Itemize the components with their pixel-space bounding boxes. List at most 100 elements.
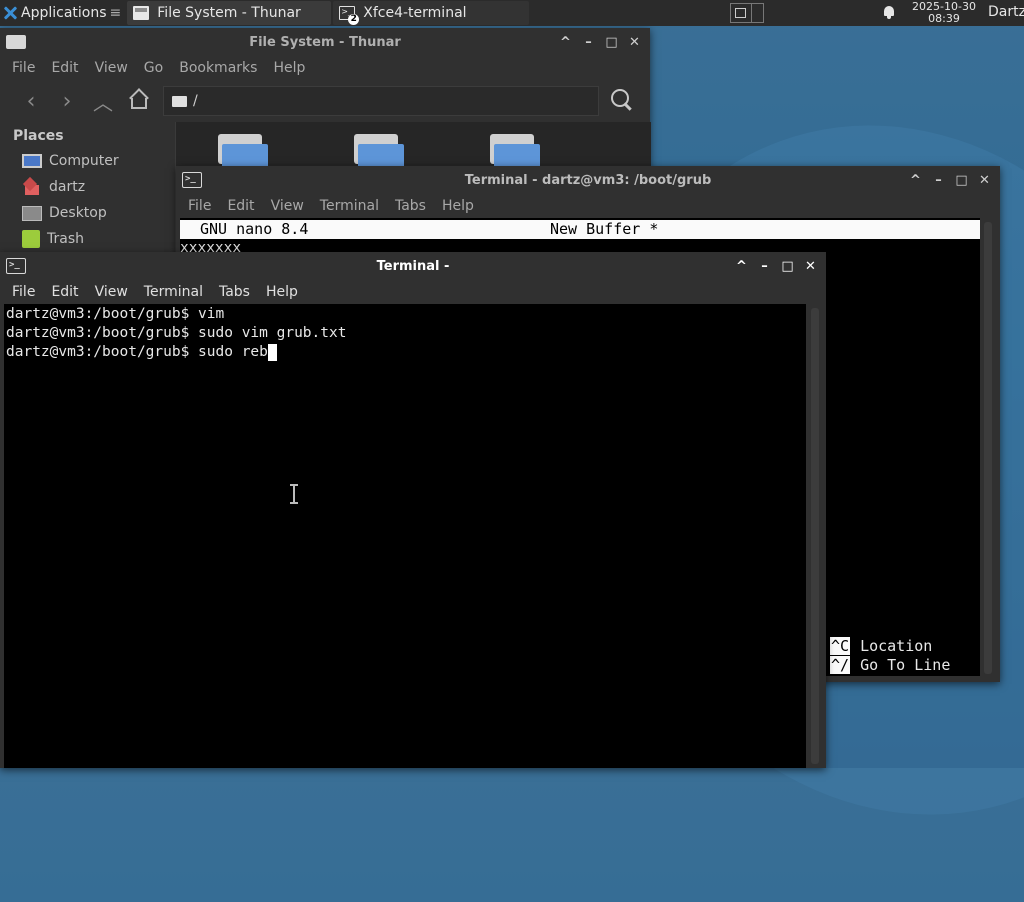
menu-help[interactable]: Help — [265, 60, 313, 76]
menu-help[interactable]: Help — [258, 284, 306, 300]
up-arrow-icon[interactable]: ︿ — [88, 86, 118, 116]
applications-label: Applications — [21, 5, 107, 21]
taskbar-item-terminal[interactable]: >_ 2 Xfce4-terminal — [333, 1, 530, 25]
window-controls: ^ – □ ✕ — [904, 166, 996, 194]
file-manager-icon — [133, 6, 150, 20]
window-title: File System - Thunar — [249, 34, 401, 50]
sidebar-item-computer[interactable]: Computer — [0, 148, 175, 174]
forward-arrow-icon[interactable]: › — [52, 86, 82, 116]
folder-icon[interactable] — [488, 134, 540, 170]
sidebar-item-trash[interactable]: Trash — [0, 226, 175, 252]
nano-shortcut: ^C Location — [830, 637, 932, 656]
notification-bell-icon[interactable] — [882, 5, 896, 19]
workspace-switcher[interactable] — [730, 3, 764, 23]
terminal-scrollbar[interactable] — [984, 222, 992, 674]
terminal-icon: >_ 2 — [339, 6, 360, 25]
location-bar[interactable]: / — [163, 86, 599, 116]
thunar-toolbar: ‹ › ︿ / — [0, 80, 650, 122]
thunar-titlebar[interactable]: File System - Thunar ^ – □ ✕ — [0, 28, 650, 56]
nano-buffer-name: New Buffer * — [550, 220, 659, 238]
folder-icon[interactable] — [216, 134, 268, 170]
menu-terminal[interactable]: Terminal — [312, 198, 387, 214]
desktop-icon — [22, 205, 42, 221]
nano-header: GNU nano 8.4 New Buffer * — [180, 220, 980, 239]
menu-view[interactable]: View — [87, 60, 136, 76]
sidebar-item-desktop[interactable]: Desktop — [0, 200, 175, 226]
terminal-line: dartz@vm3:/boot/grub$ vim — [6, 306, 225, 322]
window-title: Terminal - — [376, 258, 450, 274]
menu-view[interactable]: View — [263, 198, 312, 214]
menu-file[interactable]: File — [4, 284, 43, 300]
window-controls: ^ – □ ✕ — [730, 252, 822, 280]
back-arrow-icon[interactable]: ‹ — [16, 86, 46, 116]
shortcut-key: ^/ — [830, 656, 851, 674]
taskbar-item-thunar[interactable]: File System - Thunar — [127, 1, 332, 25]
terminal-titlebar[interactable]: >_ Terminal - ^ – □ ✕ — [0, 252, 826, 280]
close-button[interactable]: ✕ — [799, 256, 822, 276]
panel-clock[interactable]: 2025-10-30 08:39 — [906, 1, 982, 25]
shortcut-label: Go To Line — [860, 656, 951, 674]
terminal-scrollbar[interactable] — [811, 308, 819, 764]
menu-edit[interactable]: Edit — [43, 284, 86, 300]
minimize-button[interactable]: – — [753, 256, 776, 276]
terminal-icon: >_ — [6, 258, 26, 274]
text-cursor — [267, 344, 277, 361]
applications-menu-indicator: ≡ — [109, 5, 122, 21]
user-menu[interactable]: Dartz — [988, 4, 1024, 20]
terminal-output[interactable]: dartz@vm3:/boot/grub$ vim dartz@vm3:/boo… — [4, 304, 806, 768]
maximize-button[interactable]: □ — [776, 256, 799, 276]
terminal-line: dartz@vm3:/boot/grub$ sudo reb — [6, 344, 268, 360]
shortcut-label: Location — [860, 637, 933, 655]
drive-icon — [172, 95, 187, 107]
sidebar-item-label: Trash — [47, 231, 84, 247]
workspace-1[interactable] — [731, 4, 752, 22]
menu-go[interactable]: Go — [136, 60, 171, 76]
folder-icon[interactable] — [352, 134, 404, 170]
sidebar-item-label: Desktop — [49, 205, 107, 221]
terminal-prompt-line: dartz@vm3:/boot/grub$ sudo reb — [6, 343, 277, 362]
menu-edit[interactable]: Edit — [219, 198, 262, 214]
nano-shortcut: ^/ Go To Line — [830, 656, 950, 675]
close-button[interactable]: ✕ — [623, 32, 646, 52]
shade-button[interactable]: ^ — [730, 256, 753, 276]
maximize-button[interactable]: □ — [950, 170, 973, 190]
menu-tabs[interactable]: Tabs — [387, 198, 434, 214]
terminal-window: >_ Terminal - ^ – □ ✕ File Edit View Ter… — [0, 252, 826, 768]
sidebar-item-label: dartz — [49, 179, 86, 195]
terminal-icon: >_ — [182, 172, 202, 188]
menu-help[interactable]: Help — [434, 198, 482, 214]
shade-button[interactable]: ^ — [554, 32, 577, 52]
menu-tabs[interactable]: Tabs — [211, 284, 258, 300]
workspace-2[interactable] — [752, 4, 763, 22]
minimize-button[interactable]: – — [577, 32, 600, 52]
search-icon[interactable] — [610, 88, 634, 112]
terminal-menubar: File Edit View Terminal Tabs Help — [176, 194, 1000, 218]
ibeam-cursor-icon — [290, 484, 298, 504]
taskbar-item-label: File System - Thunar — [157, 5, 301, 21]
xfce-logo-icon — [2, 5, 18, 21]
thunar-menubar: File Edit View Go Bookmarks Help — [0, 56, 650, 80]
menu-view[interactable]: View — [87, 284, 136, 300]
terminal-line: dartz@vm3:/boot/grub$ sudo vim grub.txt — [6, 325, 347, 341]
sidebar-item-label: Computer — [49, 153, 119, 169]
taskbar-item-label: Xfce4-terminal — [363, 5, 467, 21]
terminal-titlebar[interactable]: >_ Terminal - dartz@vm3: /boot/grub ^ – … — [176, 166, 1000, 194]
menu-edit[interactable]: Edit — [43, 60, 86, 76]
minimize-button[interactable]: – — [927, 170, 950, 190]
sidebar-item-home[interactable]: dartz — [0, 174, 175, 200]
home-icon[interactable] — [124, 86, 154, 116]
places-sidebar: Places Computer dartz Desktop Trash — [0, 122, 175, 268]
trash-icon — [22, 230, 40, 248]
menu-terminal[interactable]: Terminal — [136, 284, 211, 300]
maximize-button[interactable]: □ — [600, 32, 623, 52]
shade-button[interactable]: ^ — [904, 170, 927, 190]
menu-file[interactable]: File — [4, 60, 43, 76]
applications-menu-button[interactable]: Applications ≡ — [0, 0, 125, 26]
menu-file[interactable]: File — [180, 198, 219, 214]
menu-bookmarks[interactable]: Bookmarks — [171, 60, 265, 76]
window-title: Terminal - dartz@vm3: /boot/grub — [464, 172, 712, 188]
places-header: Places — [13, 128, 64, 144]
close-button[interactable]: ✕ — [973, 170, 996, 190]
location-path: / — [193, 93, 198, 109]
file-manager-icon — [6, 35, 26, 49]
